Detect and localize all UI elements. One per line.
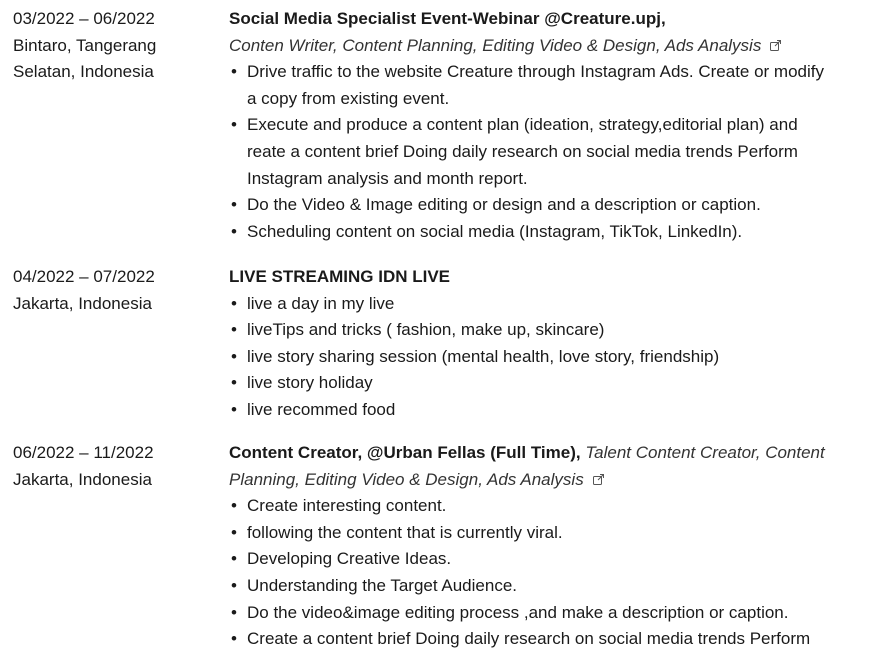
entry-location-line: Bintaro, Tangerang [13,35,157,55]
entry-dates: 04/2022 – 07/2022 [13,267,155,286]
entry-subtitle-row: Conten Writer, Content Planning, Editing… [229,33,865,60]
list-item: Create interesting content. [229,493,865,520]
bullet-text-line: reate a content brief Doing daily resear… [247,141,798,161]
entry-location-line: Jakarta, Indonesia [13,293,152,313]
list-item: live a day in my live [229,291,865,318]
entry-meta: 04/2022 – 07/2022 Jakarta, Indonesia [13,264,213,317]
list-item: Scheduling content on social media (Inst… [229,219,865,246]
bullet-text-line: Drive traffic to the website Creature th… [247,62,825,82]
entry-subtitle-row: Planning, Editing Video & Design, Ads An… [229,467,865,494]
entry-meta: 03/2022 – 06/2022 Bintaro, Tangerang Sel… [13,6,213,86]
bullet-text-line: a copy from existing event. [247,88,450,108]
list-item: live story sharing session (mental healt… [229,344,865,371]
entry-meta: 06/2022 – 11/2022 Jakarta, Indonesia [13,440,213,493]
bullet-text-line: Execute and produce a content plan (idea… [247,115,798,135]
bullet-text-line: live story sharing session (mental healt… [247,346,720,366]
entry-content: Social Media Specialist Event-Webinar @C… [229,6,865,245]
list-item: live recommed food [229,397,865,424]
entry-subtitle: Planning, Editing Video & Design, Ads An… [229,469,584,489]
list-item: liveTips and tricks ( fashion, make up, … [229,317,865,344]
list-item: Understanding the Target Audience. [229,573,865,600]
bullet-text-line: Do the video&image editing process ,and … [247,602,789,622]
entry-location-line: Jakarta, Indonesia [13,469,152,489]
list-item: Drive traffic to the website Creature th… [229,59,865,112]
entry-bullet-list: live a day in my live liveTips and trick… [229,291,865,424]
bullet-text-line: Developing Creative Ideas. [247,549,452,569]
bullet-text-line: live recommed food [247,399,396,419]
entry-title-row: Content Creator, @Urban Fellas (Full Tim… [229,440,865,467]
entry-bullet-list: Create interesting content. following th… [229,493,865,653]
entry-content: LIVE STREAMING IDN LIVE live a day in my… [229,264,865,424]
bullet-text-line: following the content that is currently … [247,522,563,542]
bullet-text-line: Create interesting content. [247,496,447,516]
list-item: Do the video&image editing process ,and … [229,600,865,627]
bullet-text-line: Do the Video & Image editing or design a… [247,195,761,215]
entry-subtitle: Conten Writer, Content Planning, Editing… [229,35,762,55]
list-item: following the content that is currently … [229,520,865,547]
bullet-text-line: Scheduling content on social media (Inst… [247,221,743,241]
external-link-icon[interactable] [592,468,605,485]
entry-bullet-list: Drive traffic to the website Creature th… [229,59,865,245]
entry-content: Content Creator, @Urban Fellas (Full Tim… [229,440,865,653]
bullet-text-line: live a day in my live [247,293,395,313]
bullet-text-line: liveTips and tricks ( fashion, make up, … [247,320,605,340]
entry-title: Social Media Specialist Event-Webinar @C… [229,9,666,28]
entry-dates: 06/2022 – 11/2022 [13,443,154,462]
entry-title: Content Creator, @Urban Fellas (Full Tim… [229,443,581,462]
bullet-text-line: Instagram analysis and month report. [247,168,528,188]
entry-location-line: Selatan, Indonesia [13,62,154,82]
external-link-icon[interactable] [769,34,782,51]
entry-title: LIVE STREAMING IDN LIVE [229,267,451,286]
list-item: Execute and produce a content plan (idea… [229,112,865,192]
list-item: Developing Creative Ideas. [229,546,865,573]
list-item: Create a content brief Doing daily resea… [229,626,865,653]
bullet-text-line: live story holiday [247,373,373,393]
entry-dates: 03/2022 – 06/2022 [13,9,155,28]
bullet-text-line: Understanding the Target Audience. [247,575,517,595]
entry-subtitle: Talent Content Creator, Content [585,443,825,462]
list-item: live story holiday [229,370,865,397]
list-item: Do the Video & Image editing or design a… [229,192,865,219]
bullet-text-line: Create a content brief Doing daily resea… [247,629,811,649]
